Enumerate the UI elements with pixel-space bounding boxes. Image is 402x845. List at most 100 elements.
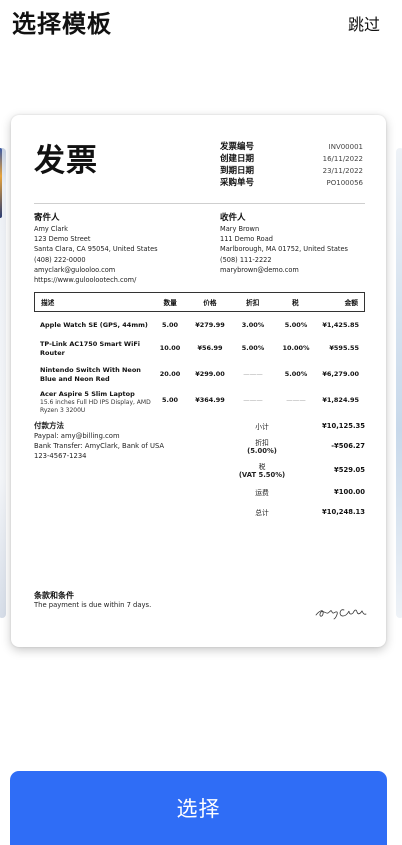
- meta-label: 创建日期: [220, 154, 255, 164]
- recipient-line: Marlborough, MA 01752, United States: [220, 245, 348, 254]
- recipient-heading: 收件人: [220, 213, 246, 223]
- item-tax: 10.00%: [282, 344, 310, 352]
- table-row: Nintendo Switch With Neon Blue and Neon …: [34, 366, 365, 390]
- payment-line: 123-4567-1234: [34, 452, 87, 460]
- total-value: ¥100.00: [334, 488, 365, 496]
- invoice-title: 发票: [34, 143, 98, 179]
- meta-label: 采购单号: [220, 178, 255, 188]
- total-label: 税: [258, 463, 266, 471]
- line-items-table: 描述 数量 价格 折扣 税 金额 Apple Watch SE (GPS, 44…: [34, 292, 365, 420]
- meta-label: 到期日期: [220, 166, 255, 176]
- recipient-line: 111 Demo Road: [220, 235, 273, 244]
- meta-value: INV00001: [328, 143, 363, 151]
- terms-block: 条款和条件 The payment is due within 7 days.: [34, 590, 151, 610]
- item-price: ¥364.99: [195, 396, 225, 404]
- sender-line: amyclark@gulooloo.com: [34, 265, 116, 274]
- recipient-line: Mary Brown: [220, 225, 260, 233]
- previous-template-preview[interactable]: [0, 148, 6, 618]
- header-amount: 金额: [344, 299, 358, 307]
- total-label-group: 税 (VAT 5.50%): [227, 461, 297, 479]
- item-quantity: 5.00: [161, 396, 179, 404]
- item-amount: ¥6,279.00: [322, 370, 359, 378]
- header-price: 价格: [203, 299, 217, 307]
- select-template-button[interactable]: 选择: [10, 771, 387, 845]
- recipient-line: (508) 111-2222: [220, 255, 272, 264]
- sender-line: Santa Clara, CA 95054, United States: [34, 245, 158, 254]
- item-discount: 5.00%: [241, 344, 265, 352]
- total-label-group: 折扣 (5.00%): [227, 437, 297, 455]
- item-discount: 3.00%: [241, 321, 265, 329]
- item-subtext: 15.6 inches Full HD IPS Display, AMD Ryz…: [40, 399, 151, 414]
- total-row-subtotal: 小计 ¥10,125.35: [227, 418, 365, 434]
- page-title: 选择模板: [12, 10, 112, 38]
- sender-line: (408) 222-0000: [34, 255, 86, 264]
- payment-line: Bank Transfer: AmyClark, Bank of USA: [34, 442, 165, 450]
- top-bar: 选择模板 跳过: [0, 0, 402, 44]
- item-amount: ¥1,824.95: [322, 396, 359, 404]
- table-row: Acer Aspire 5 Slim Laptop 15.6 inches Fu…: [34, 390, 365, 420]
- total-value: ¥10,125.35: [322, 422, 365, 430]
- total-value: ¥529.05: [334, 466, 365, 474]
- item-name: Nintendo Switch With Neon Blue and Neon …: [40, 366, 141, 383]
- item-discount: ———: [243, 370, 263, 378]
- recipient-block: 收件人 Mary Brown 111 Demo Road Marlborough…: [220, 212, 380, 275]
- item-quantity: 10.00: [159, 344, 181, 352]
- terms-text: The payment is due within 7 days.: [34, 601, 152, 609]
- header-divider: [34, 203, 365, 204]
- total-row-discount: 折扣 (5.00%) -¥506.27: [227, 434, 365, 458]
- total-label: 小计: [255, 423, 269, 431]
- meta-value: 23/11/2022: [322, 167, 363, 175]
- total-row-grand-total: 总计 ¥10,248.13: [227, 502, 365, 522]
- total-sublabel: (VAT 5.50%): [238, 471, 286, 479]
- header-description: 描述: [41, 299, 55, 307]
- next-template-preview[interactable]: [396, 148, 402, 618]
- table-header: 描述 数量 价格 折扣 税 金额: [34, 292, 365, 312]
- item-tax: ———: [286, 396, 306, 404]
- header-tax: 税: [292, 299, 299, 307]
- invoice-template-preview[interactable]: 发票 发票编号 INV00001 创建日期 16/11/2022 到期日期 23…: [11, 115, 386, 647]
- total-label: 总计: [255, 509, 269, 517]
- header-quantity: 数量: [163, 299, 177, 307]
- totals-block: 小计 ¥10,125.35 折扣 (5.00%) -¥506.27 税 (VAT…: [227, 418, 365, 522]
- total-sublabel: (5.00%): [247, 447, 277, 455]
- item-quantity: 20.00: [159, 370, 181, 378]
- payment-heading: 付款方法: [34, 421, 64, 430]
- meta-row-due-date: 到期日期 23/11/2022: [220, 165, 363, 177]
- total-label: 运费: [255, 489, 269, 497]
- payment-line: Paypal: amy@billing.com: [34, 432, 120, 440]
- table-row: Apple Watch SE (GPS, 44mm) 5.00 ¥279.99 …: [34, 321, 365, 340]
- item-price: ¥299.00: [195, 370, 225, 378]
- item-tax: 5.00%: [284, 321, 308, 329]
- item-name: TP-Link AC1750 Smart WiFi Router: [40, 340, 141, 357]
- meta-value: PO100056: [326, 179, 363, 187]
- meta-label: 发票编号: [220, 142, 255, 152]
- total-value: -¥506.27: [331, 442, 365, 450]
- terms-heading: 条款和条件: [34, 591, 74, 600]
- sender-block: 寄件人 Amy Clark 123 Demo Street Santa Clar…: [34, 212, 214, 285]
- table-row: TP-Link AC1750 Smart WiFi Router 10.00 ¥…: [34, 340, 365, 366]
- meta-row-po-number: 采购单号 PO100056: [220, 177, 363, 189]
- total-row-tax: 税 (VAT 5.50%) ¥529.05: [227, 458, 365, 482]
- recipient-line: marybrown@demo.com: [220, 265, 299, 274]
- item-quantity: 5.00: [161, 321, 179, 329]
- meta-row-created-date: 创建日期 16/11/2022: [220, 153, 363, 165]
- signature-image: [315, 609, 367, 620]
- total-row-shipping: 运费 ¥100.00: [227, 482, 365, 502]
- item-amount: ¥1,425.85: [322, 321, 359, 329]
- sender-line: 123 Demo Street: [34, 235, 91, 244]
- item-description-cell: Acer Aspire 5 Slim Laptop 15.6 inches Fu…: [34, 390, 152, 415]
- invoice-meta: 发票编号 INV00001 创建日期 16/11/2022 到期日期 23/11…: [220, 141, 363, 189]
- meta-row-invoice-number: 发票编号 INV00001: [220, 141, 363, 153]
- sender-heading: 寄件人: [34, 213, 60, 223]
- sender-line: Amy Clark: [34, 225, 68, 233]
- skip-button[interactable]: 跳过: [348, 11, 380, 35]
- item-tax: 5.00%: [284, 370, 308, 378]
- item-discount: ———: [243, 396, 263, 404]
- item-name: Acer Aspire 5 Slim Laptop: [40, 390, 135, 398]
- header-discount: 折扣: [245, 299, 260, 307]
- item-amount: ¥595.55: [329, 344, 359, 352]
- total-label: 折扣: [255, 439, 269, 447]
- item-name: Apple Watch SE (GPS, 44mm): [40, 321, 148, 329]
- meta-value: 16/11/2022: [322, 155, 363, 163]
- total-value: ¥10,248.13: [322, 508, 365, 516]
